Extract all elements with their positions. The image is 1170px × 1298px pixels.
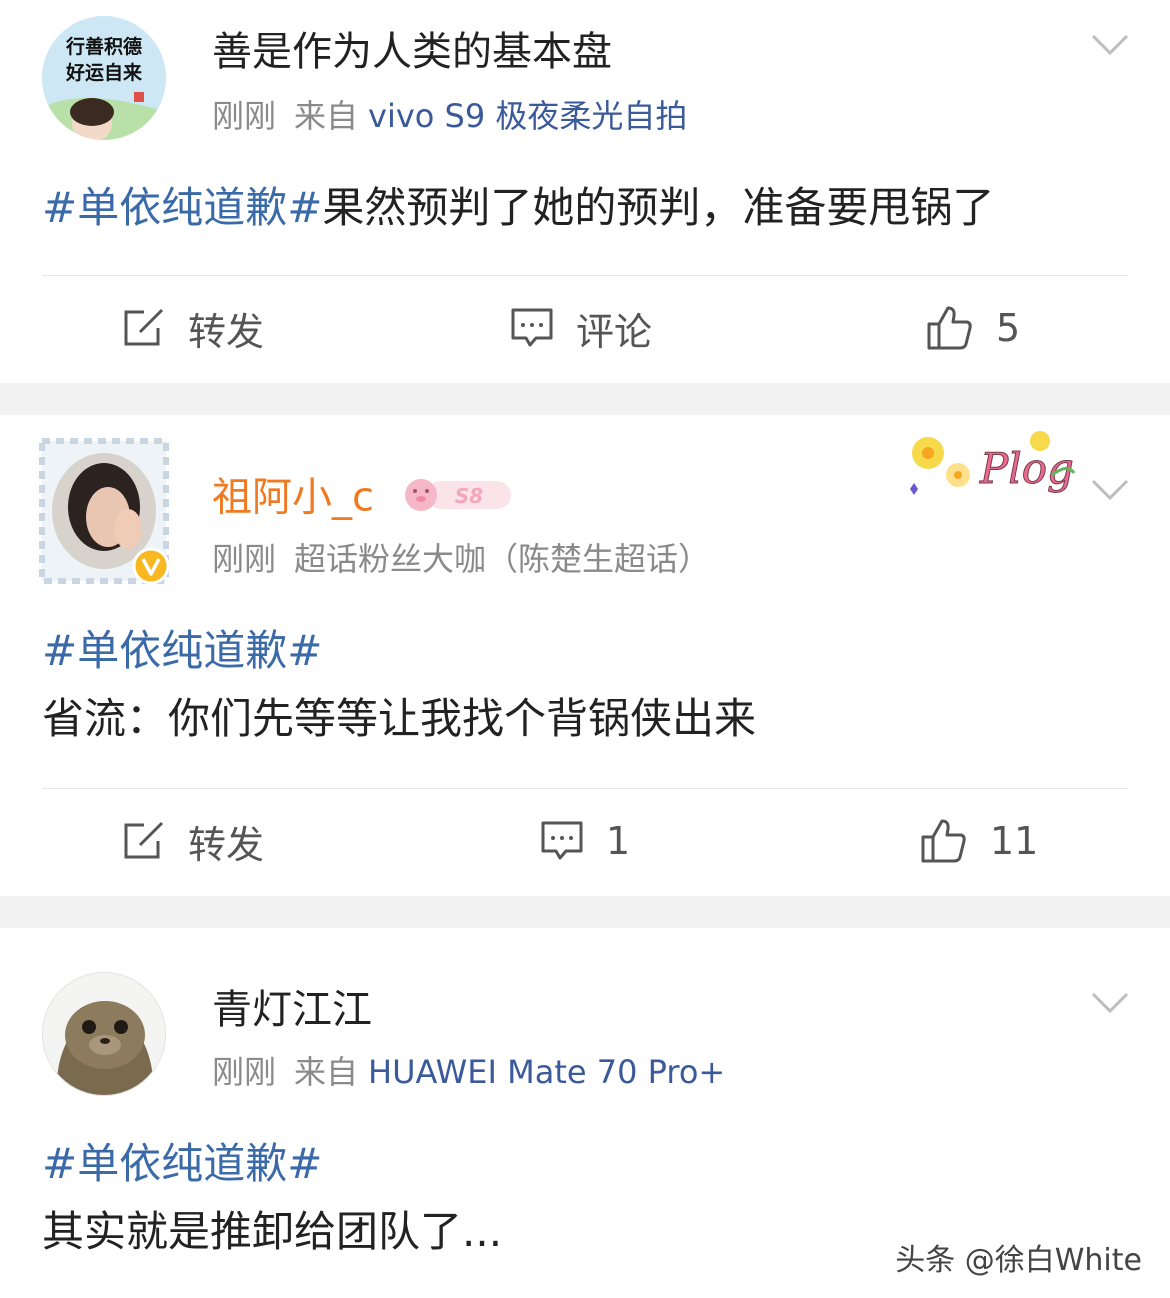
topic-link[interactable]: #单依纯道歉# [42, 183, 322, 232]
level-badge-text: S8 [455, 484, 483, 508]
topic-link[interactable]: #单依纯道歉# [42, 619, 756, 683]
comment-count: 1 [606, 819, 631, 863]
thumbs-up-icon [921, 819, 966, 863]
post-text: #单依纯道歉#果然预判了她的预判，准备要甩锅了 [42, 176, 994, 240]
chevron-down-icon[interactable] [1090, 32, 1130, 58]
thumbs-up-icon [927, 306, 972, 350]
post-body: 其实就是推卸给团队了... [42, 1207, 503, 1256]
post-1: 行善积德 好运自来 善是作为人类的基本盘 刚刚 来自 vivo S9 极夜柔光自拍 … [0, 0, 1170, 383]
like-count: 11 [990, 819, 1039, 863]
comment-icon [511, 308, 553, 347]
section-gap [0, 896, 1170, 928]
comment-button[interactable]: 评论 [510, 298, 652, 358]
comment-label: 评论 [576, 309, 653, 354]
avatar[interactable] [38, 437, 170, 585]
plog-sticker-text: Plog [979, 444, 1074, 493]
comment-icon [541, 821, 583, 860]
post-body: 果然预判了她的预判，准备要甩锅了 [322, 183, 995, 232]
chevron-down-icon[interactable] [1090, 477, 1130, 503]
timestamp: 刚刚 [212, 97, 277, 135]
topic-link[interactable]: #单依纯道歉# [42, 1132, 502, 1196]
device-link[interactable]: vivo S9 极夜柔光自拍 [368, 97, 687, 135]
timestamp: 刚刚 [212, 1053, 277, 1091]
comment-button[interactable]: 1 [540, 811, 630, 871]
divider [42, 788, 1128, 789]
watermark: 头条 @徐白White [895, 1243, 1142, 1278]
post-body: 省流：你们先等等让我找个背锅侠出来 [42, 694, 757, 743]
like-button[interactable]: 11 [920, 811, 1038, 871]
timestamp: 刚刚 [212, 540, 277, 578]
avatar-caption: 行善积德 好运自来 [65, 36, 142, 84]
device-link[interactable]: HUAWEI Mate 70 Pro+ [368, 1053, 725, 1091]
repost-button[interactable]: 转发 [122, 811, 264, 871]
level-badge: S8 [401, 473, 513, 526]
fan-title[interactable]: 超话粉丝大咖（陈楚生超话） [294, 540, 710, 578]
plog-sticker: Plog [910, 431, 1076, 495]
source-prefix: 来自 [294, 1053, 359, 1091]
avatar[interactable] [42, 972, 166, 1096]
repost-icon [124, 308, 164, 346]
username[interactable]: 祖阿小_c S8 [212, 473, 513, 526]
post-2: 祖阿小_c S8 Plog 刚刚 超话粉丝大咖（陈楚生超话） #单依纯道歉# 省流… [0, 415, 1170, 896]
post-meta: 刚刚 超话粉丝大咖（陈楚生超话） [212, 539, 710, 579]
verified-badge-icon [132, 547, 170, 585]
post-meta: 刚刚 来自 HUAWEI Mate 70 Pro+ [212, 1052, 725, 1092]
divider [42, 275, 1128, 276]
repost-label: 转发 [188, 822, 265, 867]
username-text: 祖阿小_c [212, 474, 374, 521]
source-prefix: 来自 [294, 97, 359, 135]
like-button[interactable]: 5 [926, 298, 1020, 358]
post-text: #单依纯道歉# 省流：你们先等等让我找个背锅侠出来 [42, 619, 756, 751]
repost-button[interactable]: 转发 [122, 298, 264, 358]
section-gap [0, 383, 1170, 415]
username[interactable]: 青灯江江 [212, 986, 372, 1034]
chevron-down-icon[interactable] [1090, 990, 1130, 1016]
repost-icon [124, 821, 164, 859]
avatar[interactable]: 行善积德 好运自来 [42, 16, 166, 140]
post-meta: 刚刚 来自 vivo S9 极夜柔光自拍 [212, 96, 687, 136]
post-text: #单依纯道歉# 其实就是推卸给团队了... [42, 1132, 502, 1264]
repost-label: 转发 [188, 309, 265, 354]
username[interactable]: 善是作为人类的基本盘 [212, 28, 612, 76]
like-count: 5 [996, 306, 1021, 350]
